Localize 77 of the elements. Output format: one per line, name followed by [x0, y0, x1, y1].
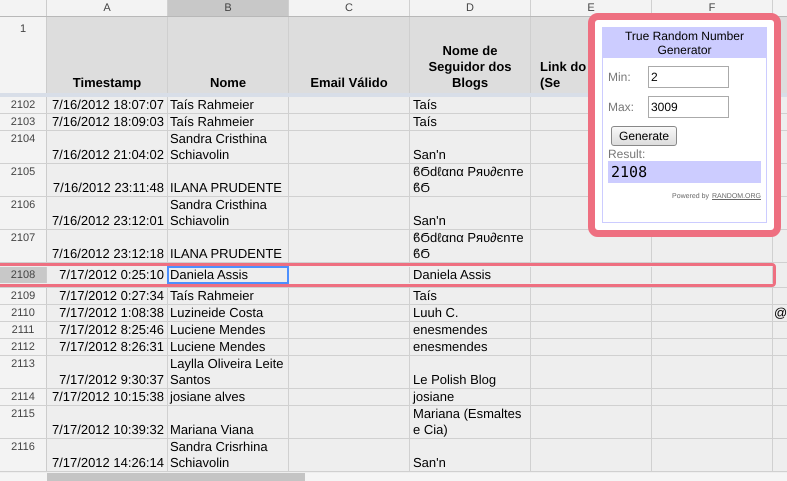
- horizontal-scrollbar[interactable]: [0, 473, 787, 481]
- scrollbar-thumb[interactable]: [47, 473, 305, 481]
- row-number[interactable]: 2115: [0, 406, 47, 438]
- table-cell: 7/16/2012 23:12:18: [52, 246, 164, 262]
- row-number[interactable]: 2106: [0, 197, 47, 229]
- table-cell: San'n: [413, 455, 446, 471]
- table-cell: 7/16/2012 18:09:03: [52, 114, 164, 130]
- table-cell[interactable]: ILANA PRUDENTE: [168, 246, 288, 262]
- table-cell[interactable]: ILANA PRUDENTE: [168, 180, 288, 196]
- table-cell[interactable]: Luciene Mendes: [168, 339, 288, 355]
- table-cell[interactable]: Taís Rahmeier: [168, 288, 288, 304]
- table-cell-text: ϐϬdℓαnα Pяυ∂єnтe ϐϬ: [413, 230, 525, 262]
- row-number[interactable]: 2109: [0, 288, 47, 304]
- table-cell: San'n: [413, 213, 446, 229]
- table-cell: Daniela Assis: [413, 267, 492, 283]
- column-header: Email Válido: [309, 75, 389, 91]
- row-number[interactable]: 2103: [0, 114, 47, 130]
- table-cell: 7/17/2012 8:26:31: [59, 339, 164, 355]
- table-cell[interactable]: Luzineide Costa: [168, 305, 288, 321]
- column-header: Link do (Se: [540, 59, 586, 91]
- table-cell: 7/17/2012 1:08:38: [59, 305, 164, 321]
- table-cell: enesmendes: [413, 322, 488, 338]
- result-label: Result:: [608, 147, 646, 161]
- table-cell[interactable]: Taís Rahmeier: [168, 97, 288, 113]
- table-cell: 7/16/2012 23:11:48: [52, 180, 164, 196]
- generate-button[interactable]: Generate: [611, 126, 678, 146]
- table-cell[interactable]: Taís Rahmeier: [168, 114, 288, 130]
- table-cell: 7/17/2012 10:15:38: [52, 389, 164, 405]
- table-cell: Taís: [413, 97, 437, 113]
- table-cell: 7/17/2012 0:27:34: [59, 288, 164, 304]
- row-number[interactable]: 2113: [0, 356, 47, 388]
- table-cell[interactable]: josiane alves: [168, 389, 288, 405]
- row-number[interactable]: 2111: [0, 322, 47, 338]
- table-cell: enesmendes: [413, 339, 488, 355]
- min-field[interactable]: 2: [648, 66, 729, 88]
- max-field[interactable]: 3009: [648, 96, 729, 118]
- table-cell[interactable]: Sandra Crisrhina Schiavolin: [168, 439, 288, 471]
- table-cell-text: Mariana (Esmaltes e Cia): [413, 406, 522, 438]
- column-header: Nome: [208, 75, 248, 91]
- max-label: Max:: [608, 99, 636, 116]
- table-cell: 7/17/2012 0:25:10: [59, 267, 164, 283]
- row-number[interactable]: 2112: [0, 339, 47, 355]
- table-cell: San'n: [413, 147, 446, 163]
- table-cell[interactable]: Luciene Mendes: [168, 322, 288, 338]
- row-number[interactable]: 2104: [0, 131, 47, 163]
- row-number[interactable]: 2108: [0, 267, 47, 283]
- table-cell: josiane: [413, 389, 454, 405]
- table-cell[interactable]: Sandra Cristhina Schiavolin: [168, 131, 288, 163]
- table-cell: Luuh C.: [413, 305, 459, 321]
- row-number[interactable]: 2110: [0, 305, 47, 321]
- table-cell: Taís: [413, 114, 437, 130]
- row-number[interactable]: 1: [20, 21, 26, 35]
- result-value: 2108: [608, 161, 761, 183]
- table-cell[interactable]: Daniela Assis: [168, 267, 288, 283]
- row-number[interactable]: 2116: [0, 439, 47, 471]
- column-header: Nome de Seguidor dos Blogs: [427, 43, 513, 91]
- table-cell: 7/17/2012 9:30:37: [59, 372, 164, 388]
- table-cell: 7/16/2012 23:12:01: [52, 213, 164, 229]
- table-cell[interactable]: Mariana Viana: [168, 422, 288, 438]
- table-cell: @: [774, 305, 787, 321]
- table-cell[interactable]: Sandra Cristhina Schiavolin: [168, 197, 288, 229]
- column-header: Timestamp: [72, 75, 142, 91]
- table-cell: 7/17/2012 14:26:14: [52, 455, 164, 471]
- row-number[interactable]: 2102: [0, 97, 47, 113]
- row-number[interactable]: 2105: [0, 164, 47, 196]
- table-cell: 7/17/2012 10:39:32: [52, 422, 164, 438]
- table-cell: 7/16/2012 18:07:07: [52, 97, 164, 113]
- table-cell: 7/16/2012 21:04:02: [52, 147, 164, 163]
- generator-title: True Random Number Generator: [603, 28, 766, 58]
- column-letter[interactable]: B: [168, 0, 289, 16]
- table-cell: 7/17/2012 8:25:46: [59, 322, 164, 338]
- table-cell-text: ϐϬdℓαnα Pяυ∂єnтe ϐϬ: [413, 164, 525, 196]
- table-cell: Taís: [413, 288, 437, 304]
- row-number[interactable]: 2107: [0, 230, 47, 262]
- min-label: Min:: [608, 69, 632, 86]
- row-number[interactable]: 2114: [0, 389, 47, 405]
- table-cell: Le Polish Blog: [413, 372, 496, 388]
